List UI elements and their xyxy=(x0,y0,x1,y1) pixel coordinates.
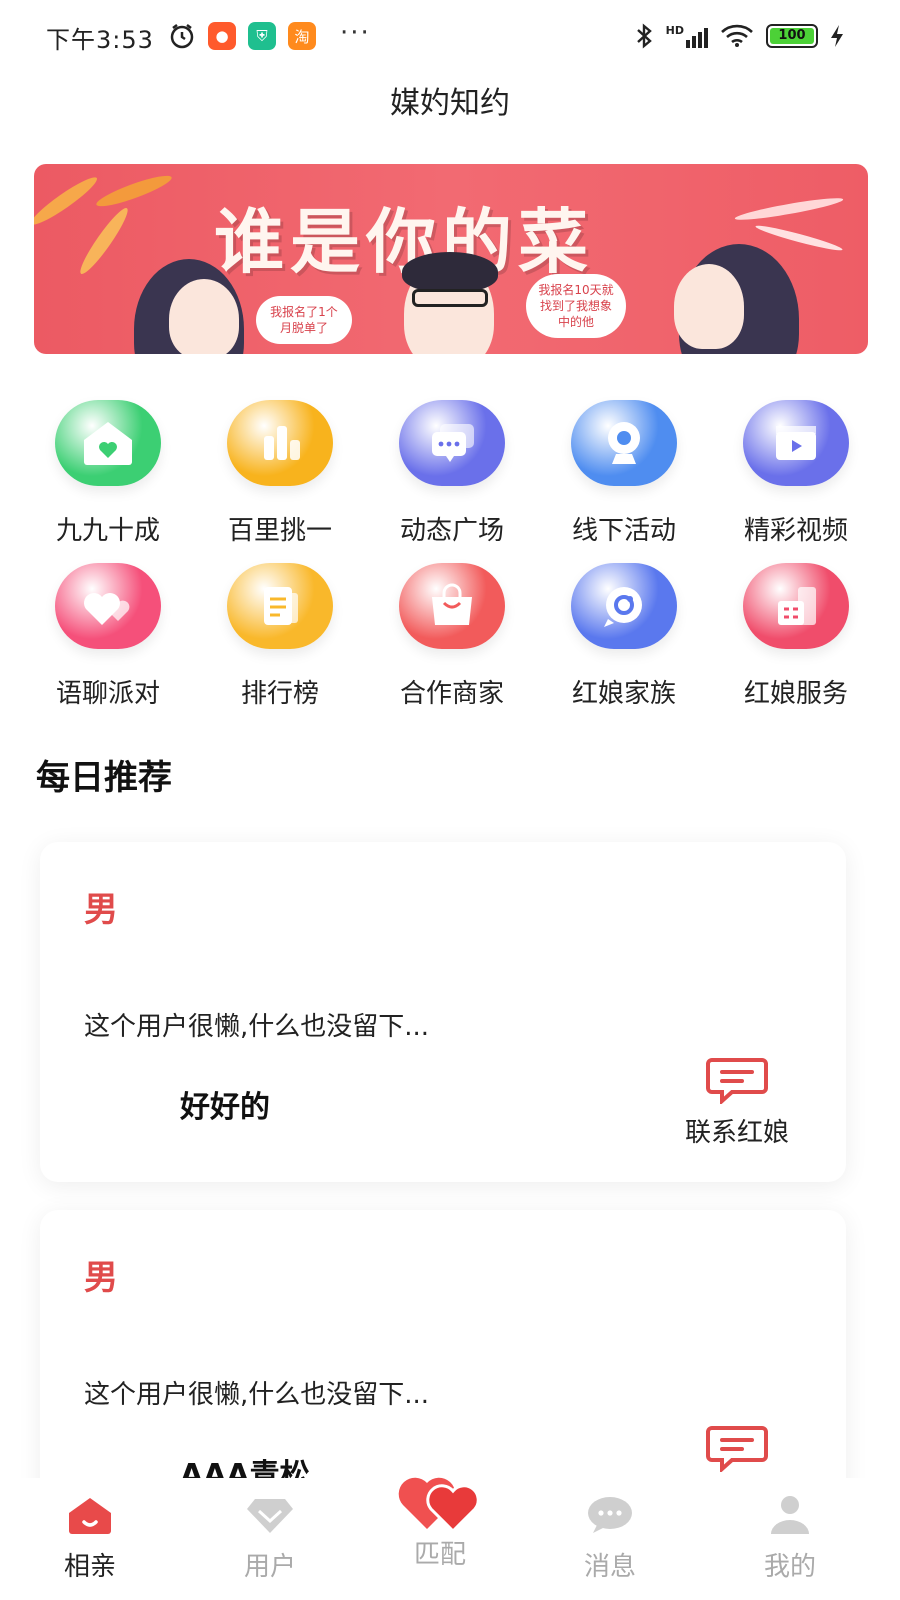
contact-matchmaker-label: 联系红娘 xyxy=(684,1118,789,1148)
feature-label: 线下活动 xyxy=(571,516,676,546)
building-icon xyxy=(743,563,849,649)
more-notifications-icon: ··· xyxy=(340,18,371,48)
chat-icon xyxy=(706,1426,768,1472)
page-title: 媒妁知约 xyxy=(390,86,510,121)
notification-icons: ● ⛨ 淘 xyxy=(168,22,316,50)
signal-icon: HD xyxy=(666,24,708,48)
shield-icon: ⛨ xyxy=(248,22,276,50)
tab-home[interactable]: 相亲 xyxy=(0,1478,180,1600)
video-clapper-icon xyxy=(743,400,849,486)
feature-label: 合作商家 xyxy=(399,679,504,709)
alarm-icon xyxy=(170,24,194,49)
leaf-decoration xyxy=(94,170,174,212)
banner-speech-bubble-right: 我报名10天就找到了我想象中的他 xyxy=(526,274,626,338)
contact-matchmaker-button[interactable] xyxy=(672,1424,802,1472)
recommend-card[interactable]: 男 这个用户很懒,什么也没留下... 好好的 联系红娘 xyxy=(40,842,846,1182)
feature-grid: 九九十成 百里挑一 动态广场 线下活动 精彩视频语聊派对 排行榜 合作商家 红娘家族 红娘服务 xyxy=(22,400,882,710)
bar-chart-icon xyxy=(227,400,333,486)
message-icon xyxy=(588,1497,632,1533)
leaf-decoration xyxy=(34,172,101,230)
tab-messages-label: 消息 xyxy=(583,1552,636,1582)
webcam-icon xyxy=(571,400,677,486)
gender-label: 男 xyxy=(84,1258,118,1298)
gender-label: 男 xyxy=(84,890,118,930)
feature-item[interactable]: 红娘家族 xyxy=(538,563,710,710)
feature-item[interactable]: 九九十成 xyxy=(22,400,194,547)
tab-users-label: 用户 xyxy=(243,1552,296,1582)
battery-level: 100 xyxy=(770,28,814,44)
chat-circle-icon xyxy=(571,563,677,649)
leaf-decoration xyxy=(75,204,133,278)
feature-item[interactable]: 语聊派对 xyxy=(22,563,194,710)
network-type-label: HD xyxy=(665,24,684,37)
feature-label: 语聊派对 xyxy=(55,679,160,709)
wifi-icon xyxy=(721,24,753,47)
leaf-decoration xyxy=(754,222,844,254)
tab-users[interactable]: 用户 xyxy=(180,1478,360,1600)
bottom-tab-bar: 相亲 用户 匹配 消息 我的 xyxy=(0,1477,900,1600)
glasses-illustration xyxy=(412,289,488,307)
hearts-icon xyxy=(55,563,161,649)
user-name: 好好的 xyxy=(180,1090,270,1125)
feature-label: 红娘服务 xyxy=(743,679,848,709)
feature-item[interactable]: 精彩视频 xyxy=(710,400,882,547)
daily-recommend-title: 每日推荐 xyxy=(36,758,172,798)
tab-match-label: 匹配 xyxy=(413,1540,466,1570)
banner-speech-bubble-left: 我报名了1个月脱单了 xyxy=(256,296,352,344)
feature-item[interactable]: 动态广场 xyxy=(366,400,538,547)
feature-item[interactable]: 百里挑一 xyxy=(194,400,366,547)
system-icons: HD 100 xyxy=(634,22,844,50)
user-bio: 这个用户很懒,什么也没留下... xyxy=(84,1380,430,1410)
man-center-hair xyxy=(402,252,498,292)
feature-item[interactable]: 线下活动 xyxy=(538,400,710,547)
feature-label: 排行榜 xyxy=(240,679,319,709)
double-heart-icon xyxy=(398,1477,480,1534)
battery-icon: 100 xyxy=(766,24,818,48)
diamond-icon xyxy=(247,1499,293,1533)
tab-match[interactable]: 匹配 xyxy=(350,1477,530,1600)
feature-label: 动态广场 xyxy=(399,516,504,546)
leaf-decoration xyxy=(733,194,845,224)
tab-messages[interactable]: 消息 xyxy=(520,1478,700,1600)
bluetooth-icon xyxy=(636,23,652,49)
app-notification-icon: ● xyxy=(208,22,236,50)
document-icon xyxy=(227,563,333,649)
tab-profile[interactable]: 我的 xyxy=(700,1478,880,1600)
charging-icon xyxy=(831,25,843,47)
feature-label: 九九十成 xyxy=(55,516,160,546)
woman-left-face xyxy=(169,279,239,354)
status-time: 下午3:53 xyxy=(46,26,154,54)
tab-profile-label: 我的 xyxy=(763,1552,816,1582)
status-bar: 下午3:53 ● ⛨ 淘 ··· HD 100 xyxy=(0,0,900,72)
home-icon xyxy=(69,1498,111,1534)
promo-banner[interactable]: 谁是你的菜 我报名了1个月脱单了 我报名10天就找到了我想象中的他 xyxy=(34,164,868,354)
woman-right-face xyxy=(674,264,744,349)
contact-matchmaker-button[interactable]: 联系红娘 xyxy=(672,1056,802,1149)
feature-label: 精彩视频 xyxy=(743,516,848,546)
chat-icon xyxy=(706,1058,768,1104)
shopping-bag-icon xyxy=(399,563,505,649)
user-bio: 这个用户很懒,什么也没留下... xyxy=(84,1012,430,1042)
taobao-icon: 淘 xyxy=(288,22,316,50)
feature-item[interactable]: 排行榜 xyxy=(194,563,366,710)
profile-icon xyxy=(771,1496,809,1534)
feature-item[interactable]: 红娘服务 xyxy=(710,563,882,710)
house-heart-icon xyxy=(55,400,161,486)
feature-label: 百里挑一 xyxy=(227,516,332,546)
chat-bubbles-icon xyxy=(399,400,505,486)
tab-home-label: 相亲 xyxy=(63,1552,116,1582)
feature-item[interactable]: 合作商家 xyxy=(366,563,538,710)
feature-label: 红娘家族 xyxy=(571,679,676,709)
